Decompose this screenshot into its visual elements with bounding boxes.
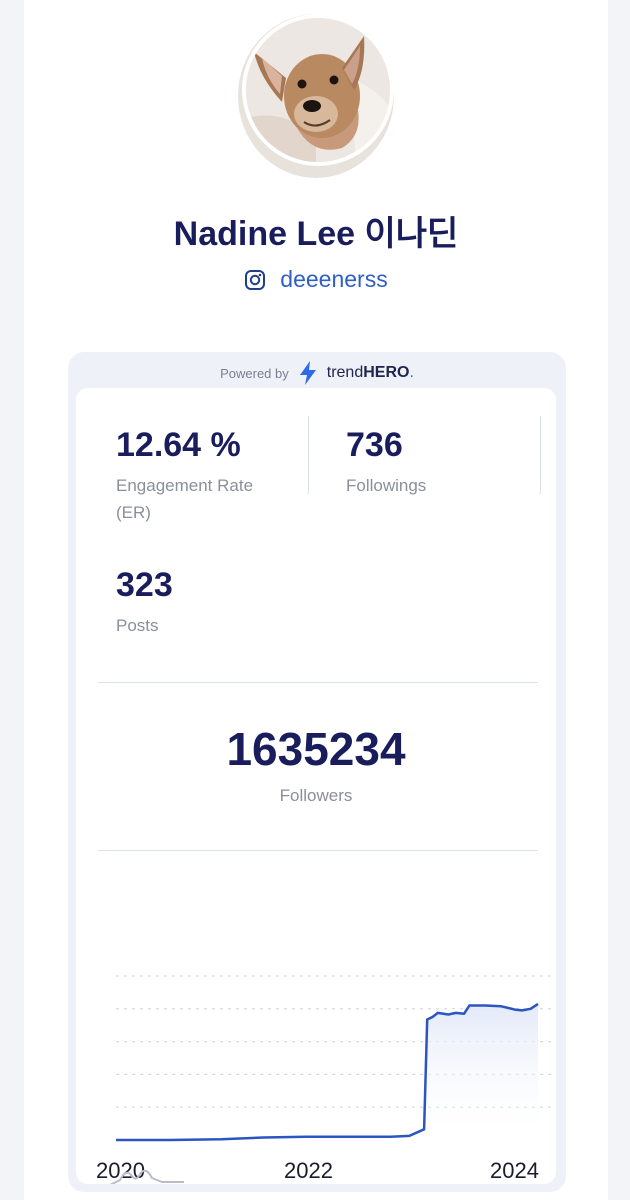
followings-value: 736 xyxy=(346,426,403,464)
brand-prefix: trend xyxy=(326,364,364,381)
avatar xyxy=(242,14,394,166)
followers-label: Followers xyxy=(279,786,353,805)
bolt-icon xyxy=(299,361,316,385)
profile-page: Nadine Lee 이나딘 deeenerss Powered by tren… xyxy=(24,0,608,1200)
brand-bold: HERO xyxy=(363,364,410,381)
followers-growth-chart[interactable]: 2020 2022 2024 xyxy=(76,888,556,1184)
dog-photo xyxy=(246,18,390,162)
section-divider xyxy=(98,682,538,683)
stat-divider xyxy=(540,416,541,494)
brand-logo: trendHERO. xyxy=(327,364,414,382)
followers-value: 1635234 xyxy=(226,723,406,775)
engagement-rate-label: Engagement Rate (ER) xyxy=(116,476,254,522)
posts-value: 323 xyxy=(116,566,173,604)
stats-card: Powered by trendHERO. 12.64 % Engagement… xyxy=(68,352,566,1192)
section-divider xyxy=(98,850,538,851)
profile-handle[interactable]: deeenerss xyxy=(280,266,387,293)
profile-handle-link[interactable]: deeenerss xyxy=(24,266,608,293)
engagement-rate-value: 12.64 % xyxy=(116,426,241,464)
mini-chart-icon xyxy=(109,1169,184,1184)
x-tick-label: 2024 xyxy=(490,1158,539,1183)
stat-divider xyxy=(308,416,309,494)
x-tick-label: 2022 xyxy=(284,1158,333,1183)
profile-name: Nadine Lee 이나딘 xyxy=(173,215,459,253)
instagram-icon xyxy=(245,269,266,290)
followings-label: Followings xyxy=(346,476,427,495)
brand-dot: . xyxy=(409,364,414,381)
stats-panel: 12.64 % Engagement Rate (ER) 736 Followi… xyxy=(76,388,556,1184)
series-area xyxy=(116,1003,538,1140)
powered-by[interactable]: Powered by trendHERO. xyxy=(68,358,566,388)
posts-label: Posts xyxy=(116,616,159,635)
powered-by-label: Powered by xyxy=(220,365,289,381)
